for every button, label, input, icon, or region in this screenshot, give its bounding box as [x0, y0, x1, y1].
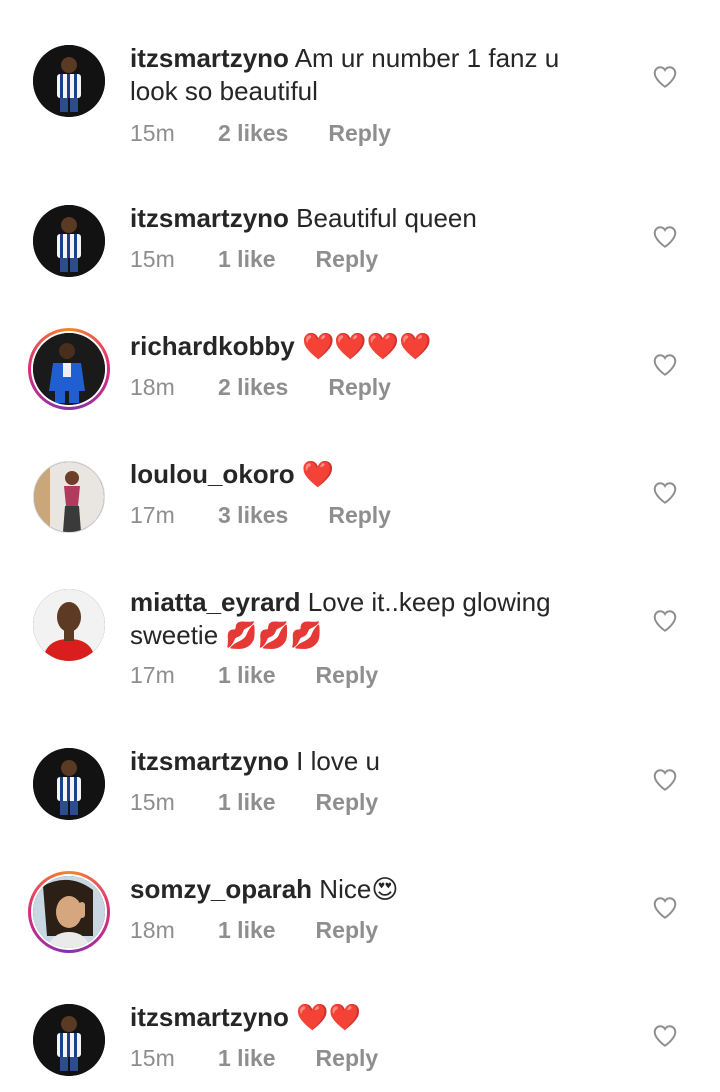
heart-icon[interactable] — [652, 352, 678, 378]
username-link[interactable]: itzsmartzyno — [130, 746, 289, 776]
timestamp: 15m — [130, 246, 175, 272]
avatar[interactable] — [28, 40, 110, 122]
comment-meta: 18m 2 likes Reply — [130, 374, 391, 401]
reply-button[interactable]: Reply — [316, 789, 379, 815]
username-link[interactable]: somzy_oparah — [130, 874, 312, 904]
likes-count[interactable]: 2 likes — [218, 374, 288, 401]
username-link[interactable]: loulou_okoro — [130, 459, 295, 489]
avatar[interactable] — [28, 999, 110, 1081]
heart-icon[interactable] — [652, 767, 678, 793]
comment-meta: 15m 1 like Reply — [130, 1045, 378, 1072]
reply-button[interactable]: Reply — [328, 374, 391, 400]
comment-body: ❤️ — [294, 459, 335, 489]
timestamp: 18m — [130, 374, 175, 400]
heart-icon[interactable] — [652, 480, 678, 506]
username-link[interactable]: itzsmartzyno — [130, 1002, 289, 1032]
username-link[interactable]: miatta_eyrard — [130, 587, 301, 617]
timestamp: 17m — [130, 662, 175, 688]
avatar[interactable] — [28, 200, 110, 282]
reply-button[interactable]: Reply — [316, 1045, 379, 1071]
avatar-image — [33, 205, 105, 277]
reply-button[interactable]: Reply — [316, 917, 379, 943]
heart-icon[interactable] — [652, 224, 678, 250]
comment-meta: 15m 2 likes Reply — [130, 120, 391, 147]
avatar-image — [33, 1004, 105, 1076]
avatar-image — [33, 461, 105, 533]
comment-text: somzy_oparah Nice😍 — [130, 873, 610, 906]
avatar-image — [33, 876, 105, 948]
likes-count[interactable]: 1 like — [218, 662, 276, 689]
comment-text: miatta_eyrard Love it..keep glowing swee… — [130, 586, 610, 652]
username-link[interactable]: itzsmartzyno — [130, 203, 289, 233]
timestamp: 18m — [130, 917, 175, 943]
likes-count[interactable]: 1 like — [218, 246, 276, 273]
comment-meta: 17m 1 like Reply — [130, 662, 378, 689]
timestamp: 15m — [130, 120, 175, 146]
reply-button[interactable]: Reply — [328, 502, 391, 528]
comment-text: itzsmartzyno Beautiful queen — [130, 202, 610, 235]
comment-text: loulou_okoro ❤️ — [130, 458, 610, 491]
comment-meta: 17m 3 likes Reply — [130, 502, 391, 529]
reply-button[interactable]: Reply — [316, 662, 379, 688]
avatar[interactable] — [28, 456, 110, 538]
timestamp: 17m — [130, 502, 175, 528]
likes-count[interactable]: 1 like — [218, 917, 276, 944]
comment-meta: 15m 1 like Reply — [130, 789, 378, 816]
likes-count[interactable]: 1 like — [218, 789, 276, 816]
comment-meta: 18m 1 like Reply — [130, 917, 378, 944]
comment-text: itzsmartzyno I love u — [130, 745, 610, 778]
heart-icon[interactable] — [652, 1023, 678, 1049]
comment-text: itzsmartzyno Am ur number 1 fanz u look … — [130, 42, 610, 108]
heart-icon[interactable] — [652, 608, 678, 634]
comment-body: Beautiful queen — [288, 203, 477, 233]
comment-meta: 15m 1 like Reply — [130, 246, 378, 273]
comment-body: ❤️❤️❤️❤️ — [294, 331, 432, 361]
reply-button[interactable]: Reply — [316, 246, 379, 272]
avatar-image — [33, 589, 105, 661]
comment-text: itzsmartzyno ❤️❤️ — [130, 1001, 610, 1034]
avatar-image — [33, 45, 105, 117]
comment-body: Nice😍 — [312, 874, 399, 904]
username-link[interactable]: itzsmartzyno — [130, 43, 289, 73]
timestamp: 15m — [130, 1045, 175, 1071]
avatar[interactable] — [28, 743, 110, 825]
comment-text: richardkobby ❤️❤️❤️❤️ — [130, 330, 610, 363]
avatar-image — [33, 748, 105, 820]
heart-icon[interactable] — [652, 895, 678, 921]
avatar[interactable] — [28, 871, 110, 953]
reply-button[interactable]: Reply — [328, 120, 391, 146]
timestamp: 15m — [130, 789, 175, 815]
avatar-image — [33, 333, 105, 405]
likes-count[interactable]: 2 likes — [218, 120, 288, 147]
heart-icon[interactable] — [652, 64, 678, 90]
comment-body: ❤️❤️ — [288, 1002, 361, 1032]
avatar[interactable] — [28, 328, 110, 410]
avatar[interactable] — [28, 584, 110, 666]
username-link[interactable]: richardkobby — [130, 331, 295, 361]
likes-count[interactable]: 3 likes — [218, 502, 288, 529]
likes-count[interactable]: 1 like — [218, 1045, 276, 1072]
comment-body: I love u — [288, 746, 380, 776]
